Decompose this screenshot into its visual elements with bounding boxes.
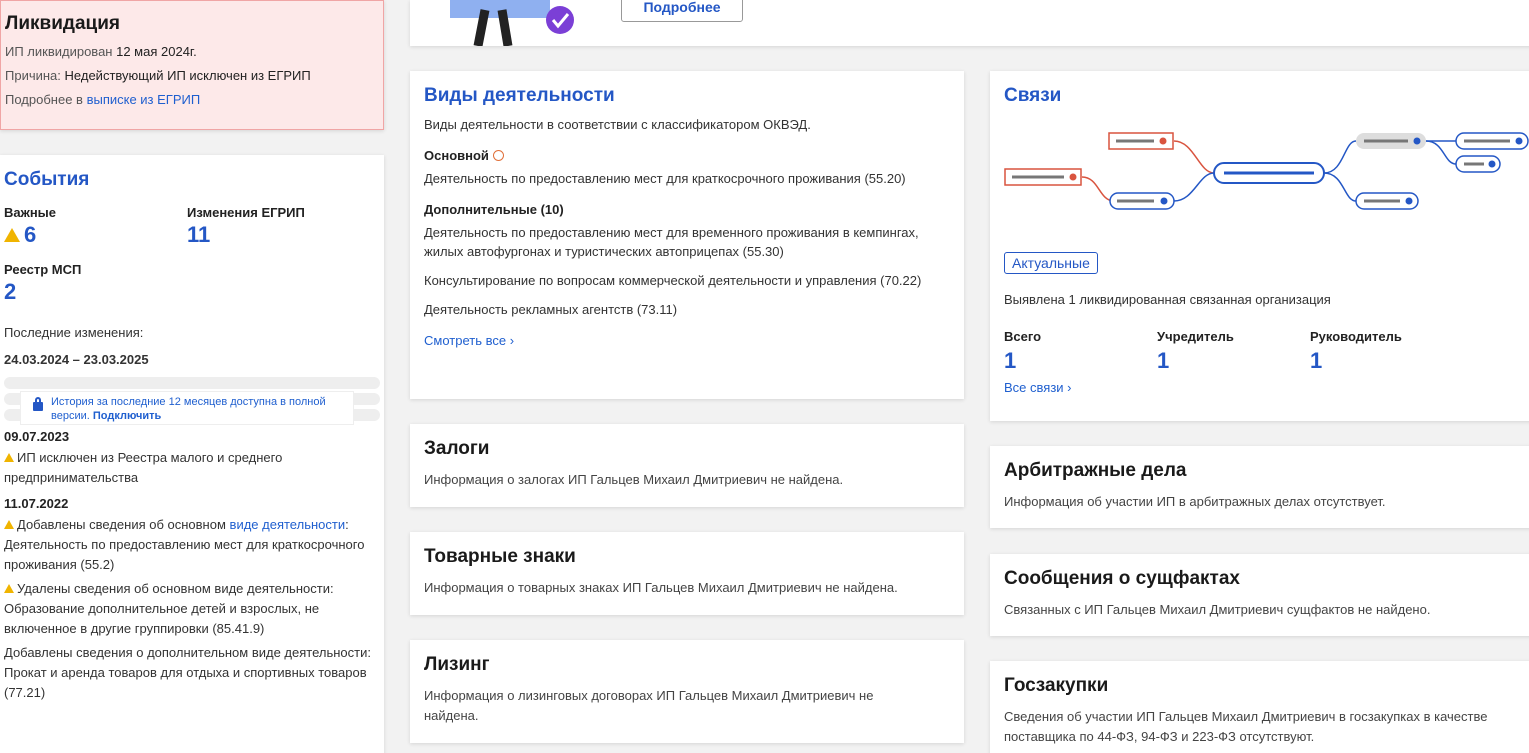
event-text: ИП исключен из Реестра малого и среднего… [4, 450, 283, 485]
main-activity-label: Основной [424, 148, 950, 163]
warning-icon [4, 453, 14, 462]
event-text: Добавлены сведения об основном виде деят… [4, 517, 365, 572]
stat-egrip-value: 11 [187, 222, 211, 247]
all-connections-link[interactable]: Все связи › [1004, 378, 1529, 397]
extra-activity: Консультирование по вопросам коммерческо… [424, 273, 922, 288]
leasing-text: Информация о лизинговых договорах ИП Гал… [424, 688, 874, 723]
locked-history-notice: История за последние 12 месяцев доступна… [20, 391, 354, 425]
pledges-text: Информация о залогах ИП Гальцев Михаил Д… [424, 472, 844, 487]
clock-icon [492, 150, 504, 161]
warning-icon [4, 584, 14, 593]
arbitration-title[interactable]: Арбитражные дела [1004, 460, 1529, 482]
stat-total[interactable]: Всего 1 [1004, 329, 1157, 374]
event-text: Удалены сведения об основном виде деятел… [4, 581, 334, 636]
activities-subtitle: Виды деятельности в соответствии с класс… [424, 117, 811, 132]
placeholder-bar [4, 377, 380, 389]
trademarks-title[interactable]: Товарные знаки [424, 546, 950, 568]
connections-graph[interactable] [1004, 129, 1529, 214]
extra-activity: Деятельность рекламных агентств (73.11) [424, 302, 678, 317]
actual-badge[interactable]: Актуальные [1004, 252, 1098, 274]
warning-icon [4, 520, 14, 529]
illustration-person-icon [450, 0, 574, 46]
arbitration-text: Информация об участии ИП в арбитражных д… [1004, 494, 1386, 509]
top-banner: Подробнее [410, 0, 1529, 46]
activity-type-link[interactable]: виде деятельности [230, 517, 346, 532]
events-title: События [4, 169, 90, 190]
liquidation-date-label: ИП ликвидирован [5, 44, 113, 59]
procurement-text: Сведения об участии ИП Гальцев Михаил Дм… [1004, 709, 1488, 744]
liquidation-date-value: 12 мая 2024г. [116, 44, 197, 59]
liquidation-reason-line: Причина: Недействующий ИП исключен из ЕГ… [5, 68, 379, 83]
stat-important-label: Важные [4, 205, 57, 220]
procurement-title[interactable]: Госзакупки [1004, 675, 1529, 697]
activities-card: Виды деятельности Виды деятельности в со… [410, 71, 964, 399]
facts-text: Связанных с ИП Гальцев Михаил Дмитриевич… [1004, 602, 1431, 617]
warning-icon [4, 228, 20, 242]
leasing-card: Лизинг Информация о лизинговых договорах… [410, 640, 964, 743]
stat-founder[interactable]: Учредитель 1 [1157, 329, 1310, 374]
egrip-extract-link[interactable]: выписке из ЕГРИП [87, 92, 201, 107]
procurement-card: Госзакупки Сведения об участии ИП Гальце… [990, 661, 1529, 753]
extra-activity: Деятельность по предоставлению мест для … [424, 225, 919, 259]
connect-link[interactable]: Подключить [93, 410, 161, 422]
connections-stats: Всего 1 Учредитель 1 Руководитель 1 [1004, 329, 1529, 374]
liquidation-reason-label: Причина: [5, 68, 61, 83]
lock-icon [33, 397, 43, 411]
liquidation-title: Ликвидация [5, 13, 120, 34]
connections-card: Связи Актуальные Выявлена 1 ликвидирован… [990, 71, 1529, 421]
chevron-right-icon: › [1067, 380, 1072, 395]
facts-title[interactable]: Сообщения о сущфактах [1004, 568, 1529, 590]
leasing-title[interactable]: Лизинг [424, 654, 950, 676]
more-button[interactable]: Подробнее [621, 0, 743, 22]
arbitration-card: Арбитражные дела Информация об участии И… [990, 446, 1529, 528]
liquidation-date-line: ИП ликвидирован 12 мая 2024г. [5, 44, 379, 59]
see-all-link[interactable]: Смотреть все › [424, 331, 950, 350]
connections-title[interactable]: Связи [1004, 85, 1529, 107]
chevron-right-icon: › [509, 333, 515, 348]
recent-changes-range: 24.03.2024 – 23.03.2025 [4, 352, 149, 367]
main-activity: Деятельность по предоставлению мест для … [424, 171, 906, 186]
connections-note: Выявлена 1 ликвидированная связанная орг… [1004, 292, 1331, 307]
liquidation-more-line: Подробнее в выписке из ЕГРИП [5, 92, 379, 107]
liquidation-card: Ликвидация ИП ликвидирован 12 мая 2024г.… [0, 0, 384, 130]
stat-msp-label: Реестр МСП [4, 262, 82, 277]
trademarks-card: Товарные знаки Информация о товарных зна… [410, 532, 964, 615]
events-card: События Важные 6 Изменения ЕГРИП 11 Реес… [0, 155, 384, 753]
events-stats: Важные 6 Изменения ЕГРИП 11 Реестр МСП 2 [4, 205, 380, 319]
stat-egrip-changes[interactable]: Изменения ЕГРИП 11 [187, 205, 370, 248]
recent-changes-label: Последние изменения: [4, 325, 144, 340]
stat-egrip-label: Изменения ЕГРИП [187, 205, 305, 220]
activities-title[interactable]: Виды деятельности [424, 85, 950, 107]
extra-activities-label: Дополнительные (10) [424, 202, 564, 217]
facts-card: Сообщения о сущфактах Связанных с ИП Гал… [990, 554, 1529, 636]
stat-director[interactable]: Руководитель 1 [1310, 329, 1463, 374]
event-date: 09.07.2023 [4, 429, 70, 444]
liquidation-reason-value: Недействующий ИП исключен из ЕГРИП [64, 68, 311, 83]
pledges-card: Залоги Информация о залогах ИП Гальцев М… [410, 424, 964, 507]
liquidation-more-label: Подробнее в [5, 92, 83, 107]
stat-important[interactable]: Важные 6 [4, 205, 187, 248]
stat-important-value: 6 [24, 222, 37, 247]
event-text: Добавлены сведения о дополнительном виде… [4, 645, 371, 700]
pledges-title[interactable]: Залоги [424, 438, 950, 460]
event-date: 11.07.2022 [4, 496, 69, 511]
stat-msp-value: 2 [4, 279, 17, 304]
trademarks-text: Информация о товарных знаках ИП Гальцев … [424, 580, 898, 595]
stat-msp-registry[interactable]: Реестр МСП 2 [4, 262, 187, 305]
